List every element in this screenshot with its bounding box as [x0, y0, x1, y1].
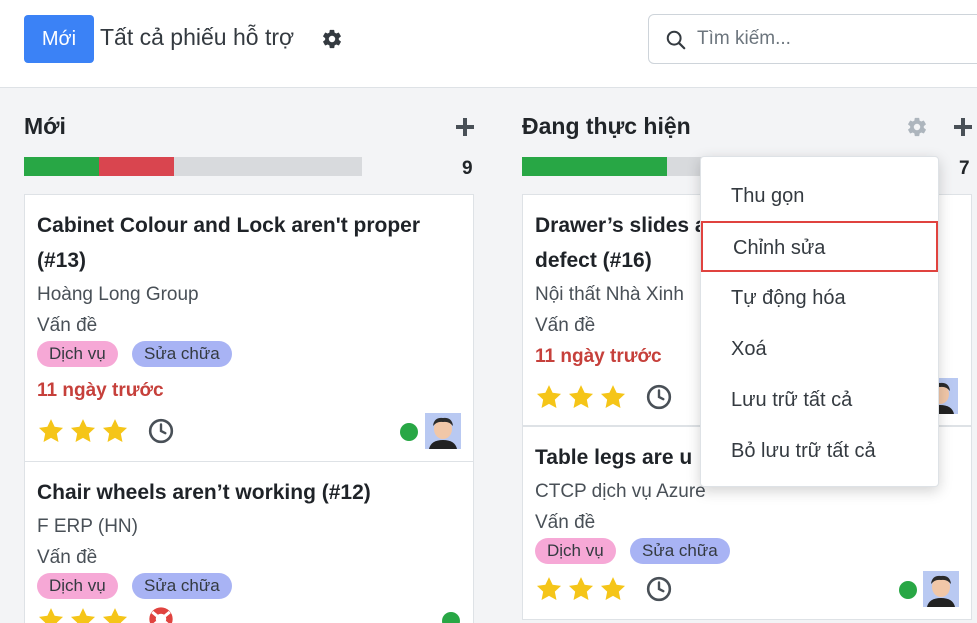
plus-icon[interactable] [953, 117, 973, 137]
star-icon[interactable] [101, 417, 129, 445]
kanban-card[interactable]: Cabinet Colour and Lock aren't proper (#… [24, 194, 474, 462]
tag-service: Dịch vụ [37, 341, 118, 367]
card-type: Vấn đề [37, 315, 98, 336]
column-count: 7 [959, 158, 970, 179]
menu-item-edit[interactable]: Chỉnh sửa [701, 221, 938, 272]
tag-repair: Sửa chữa [630, 538, 730, 564]
card-customer: CTCP dịch vụ Azure [535, 481, 706, 502]
column-title-new[interactable]: Mới [24, 113, 66, 140]
tag-repair: Sửa chữa [132, 341, 232, 367]
tag-service: Dịch vụ [37, 573, 118, 599]
card-deadline: 11 ngày trước [37, 380, 164, 401]
priority-stars[interactable] [37, 417, 129, 445]
card-customer: Hoàng Long Group [37, 284, 199, 305]
column-progress-bar[interactable] [24, 157, 362, 176]
menu-item-delete[interactable]: Xoá [701, 324, 940, 375]
status-dot [442, 612, 460, 623]
card-type: Vấn đề [535, 512, 596, 533]
star-icon[interactable] [101, 606, 129, 623]
gear-icon[interactable] [906, 116, 928, 138]
star-icon[interactable] [535, 383, 563, 411]
avatar[interactable] [425, 413, 461, 449]
page-title: Tất cả phiếu hỗ trợ [100, 24, 295, 50]
search-input[interactable] [697, 25, 967, 53]
star-icon[interactable] [37, 417, 65, 445]
gear-icon[interactable] [321, 28, 343, 50]
menu-item-automation[interactable]: Tự động hóa [701, 273, 940, 324]
avatar[interactable] [923, 571, 959, 607]
card-title: Table legs are u [535, 446, 693, 469]
menu-item-fold[interactable]: Thu gọn [701, 171, 940, 222]
clock-icon[interactable] [646, 576, 672, 602]
star-icon[interactable] [567, 383, 595, 411]
card-customer: F ERP (HN) [37, 516, 138, 537]
progress-segment-green[interactable] [24, 157, 99, 176]
star-icon[interactable] [37, 606, 65, 623]
column-count: 9 [462, 158, 473, 179]
card-title: Drawer’s slides a [535, 214, 707, 237]
clock-icon[interactable] [646, 384, 672, 410]
menu-item-archive-all[interactable]: Lưu trữ tất cả [701, 375, 940, 426]
search-icon [666, 30, 686, 50]
priority-stars[interactable] [37, 606, 129, 623]
tag-repair: Sửa chữa [132, 573, 232, 599]
search-box[interactable] [648, 14, 977, 64]
star-icon[interactable] [535, 575, 563, 603]
card-title: Cabinet Colour and Lock aren't proper [37, 214, 421, 237]
progress-segment-red[interactable] [99, 157, 174, 176]
kanban-card[interactable]: Chair wheels aren’t working (#12) F ERP … [24, 461, 474, 623]
card-title: Chair wheels aren’t working (#12) [37, 481, 371, 504]
column-title-in-progress[interactable]: Đang thực hiện [522, 113, 691, 140]
card-title-line2: (#13) [37, 249, 87, 272]
avatar-image [923, 571, 959, 607]
life-ring-icon[interactable] [147, 605, 175, 623]
priority-stars[interactable] [535, 575, 627, 603]
progress-segment-green[interactable] [522, 157, 667, 176]
star-icon[interactable] [599, 383, 627, 411]
status-dot [400, 423, 418, 441]
column-settings-dropdown: Thu gọn Chỉnh sửa Tự động hóa Xoá Lưu tr… [700, 156, 939, 487]
card-title-line2: defect (#16) [535, 249, 652, 272]
menu-item-unarchive-all[interactable]: Bỏ lưu trữ tất cả [701, 426, 940, 477]
star-icon[interactable] [599, 575, 627, 603]
star-icon[interactable] [567, 575, 595, 603]
card-type: Vấn đề [535, 315, 596, 336]
priority-stars[interactable] [535, 383, 627, 411]
card-customer: Nội thất Nhà Xinh [535, 284, 684, 305]
star-icon[interactable] [69, 606, 97, 623]
card-deadline: 11 ngày trước [535, 346, 662, 367]
control-panel: Mới Tất cả phiếu hỗ trợ [0, 0, 977, 88]
new-button[interactable]: Mới [24, 15, 94, 63]
avatar-image [425, 413, 461, 449]
plus-icon[interactable] [455, 117, 475, 137]
tag-service: Dịch vụ [535, 538, 616, 564]
status-dot [899, 581, 917, 599]
card-type: Vấn đề [37, 547, 98, 568]
star-icon[interactable] [69, 417, 97, 445]
clock-icon[interactable] [148, 418, 174, 444]
